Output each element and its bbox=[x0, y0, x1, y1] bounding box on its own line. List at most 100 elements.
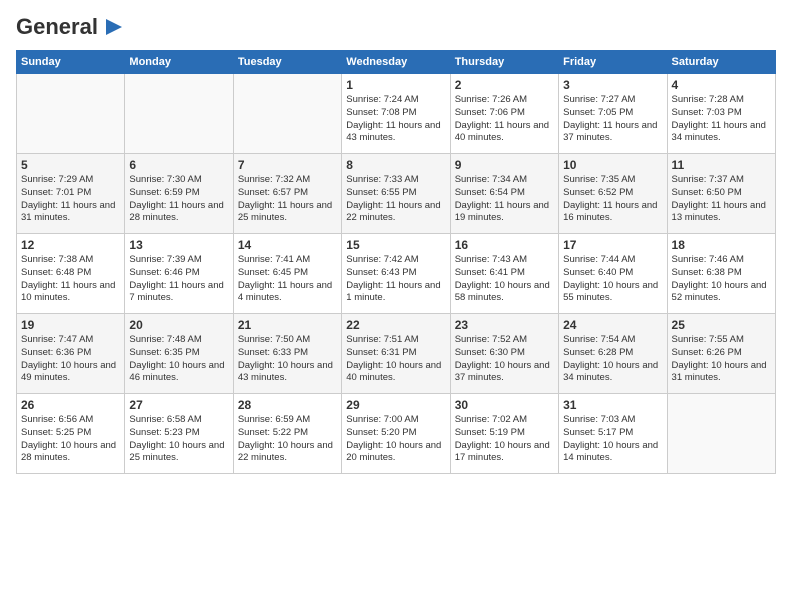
cell-info: Sunrise: 7:54 AMSunset: 6:28 PMDaylight:… bbox=[563, 334, 662, 385]
day-number: 18 bbox=[672, 238, 771, 252]
calendar-cell: 2 Sunrise: 7:26 AMSunset: 7:06 PMDaylight… bbox=[450, 74, 558, 154]
cell-info: Sunrise: 7:50 AMSunset: 6:33 PMDaylight:… bbox=[238, 334, 337, 385]
calendar-week-5: 26Sunrise: 6:56 AMSunset: 5:25 PMDayligh… bbox=[17, 394, 776, 474]
cell-info: Sunrise: 7:51 AMSunset: 6:31 PMDaylight:… bbox=[346, 334, 445, 385]
calendar-cell: 30 Sunrise: 7:02 AMSunset: 5:19 PMDayligh… bbox=[450, 394, 558, 474]
cell-info: Sunrise: 7:39 AMSunset: 6:46 PMDaylight:… bbox=[129, 254, 228, 305]
day-header-friday: Friday bbox=[559, 51, 667, 74]
calendar-cell bbox=[233, 74, 341, 154]
day-number: 9 bbox=[455, 158, 554, 172]
day-header-monday: Monday bbox=[125, 51, 233, 74]
day-number: 7 bbox=[238, 158, 337, 172]
cell-info: Sunrise: 6:56 AMSunset: 5:25 PMDaylight:… bbox=[21, 414, 120, 465]
calendar-cell: 13Sunrise: 7:39 AMSunset: 6:46 PMDayligh… bbox=[125, 234, 233, 314]
cell-info: Sunrise: 7:43 AMSunset: 6:41 PMDaylight:… bbox=[455, 254, 554, 305]
calendar-cell: 26Sunrise: 6:56 AMSunset: 5:25 PMDayligh… bbox=[17, 394, 125, 474]
calendar-cell: 23Sunrise: 7:52 AMSunset: 6:30 PMDayligh… bbox=[450, 314, 558, 394]
day-header-saturday: Saturday bbox=[667, 51, 775, 74]
cell-info: Sunrise: 7:29 AMSunset: 7:01 PMDaylight:… bbox=[21, 174, 120, 225]
calendar-cell: 9 Sunrise: 7:34 AMSunset: 6:54 PMDaylight… bbox=[450, 154, 558, 234]
calendar-cell: 25Sunrise: 7:55 AMSunset: 6:26 PMDayligh… bbox=[667, 314, 775, 394]
day-number: 6 bbox=[129, 158, 228, 172]
calendar-table: SundayMondayTuesdayWednesdayThursdayFrid… bbox=[16, 50, 776, 474]
cell-info: Sunrise: 7:34 AMSunset: 6:54 PMDaylight:… bbox=[455, 174, 554, 225]
logo-arrow-icon bbox=[100, 17, 128, 37]
cell-info: Sunrise: 7:48 AMSunset: 6:35 PMDaylight:… bbox=[129, 334, 228, 385]
calendar-cell: 31Sunrise: 7:03 AMSunset: 5:17 PMDayligh… bbox=[559, 394, 667, 474]
calendar-cell: 24 Sunrise: 7:54 AMSunset: 6:28 PMDayligh… bbox=[559, 314, 667, 394]
cell-info: Sunrise: 7:03 AMSunset: 5:17 PMDaylight:… bbox=[563, 414, 662, 465]
calendar-week-3: 12 Sunrise: 7:38 AMSunset: 6:48 PMDayligh… bbox=[17, 234, 776, 314]
day-number: 4 bbox=[672, 78, 771, 92]
cell-info: Sunrise: 7:24 AMSunset: 7:08 PMDaylight:… bbox=[346, 94, 445, 145]
day-number: 21 bbox=[238, 318, 337, 332]
cell-info: Sunrise: 7:30 AMSunset: 6:59 PMDaylight:… bbox=[129, 174, 228, 225]
calendar-cell: 28 Sunrise: 6:59 AMSunset: 5:22 PMDayligh… bbox=[233, 394, 341, 474]
day-number: 29 bbox=[346, 398, 445, 412]
calendar-cell: 22 Sunrise: 7:51 AMSunset: 6:31 PMDayligh… bbox=[342, 314, 450, 394]
day-header-wednesday: Wednesday bbox=[342, 51, 450, 74]
calendar-cell: 19 Sunrise: 7:47 AMSunset: 6:36 PMDayligh… bbox=[17, 314, 125, 394]
cell-info: Sunrise: 7:00 AMSunset: 5:20 PMDaylight:… bbox=[346, 414, 445, 465]
day-number: 17 bbox=[563, 238, 662, 252]
calendar-cell: 15 Sunrise: 7:42 AMSunset: 6:43 PMDayligh… bbox=[342, 234, 450, 314]
calendar-cell: 11Sunrise: 7:37 AMSunset: 6:50 PMDayligh… bbox=[667, 154, 775, 234]
day-number: 19 bbox=[21, 318, 120, 332]
day-number: 30 bbox=[455, 398, 554, 412]
cell-info: Sunrise: 7:47 AMSunset: 6:36 PMDaylight:… bbox=[21, 334, 120, 385]
day-number: 22 bbox=[346, 318, 445, 332]
calendar-cell: 7 Sunrise: 7:32 AMSunset: 6:57 PMDaylight… bbox=[233, 154, 341, 234]
cell-info: Sunrise: 7:27 AMSunset: 7:05 PMDaylight:… bbox=[563, 94, 662, 145]
logo: General bbox=[16, 16, 128, 38]
logo-general: General bbox=[16, 16, 98, 38]
calendar-cell bbox=[17, 74, 125, 154]
cell-info: Sunrise: 7:02 AMSunset: 5:19 PMDaylight:… bbox=[455, 414, 554, 465]
calendar-cell: 5 Sunrise: 7:29 AMSunset: 7:01 PMDaylight… bbox=[17, 154, 125, 234]
cell-info: Sunrise: 7:33 AMSunset: 6:55 PMDaylight:… bbox=[346, 174, 445, 225]
calendar-cell: 29 Sunrise: 7:00 AMSunset: 5:20 PMDayligh… bbox=[342, 394, 450, 474]
calendar-cell: 8 Sunrise: 7:33 AMSunset: 6:55 PMDaylight… bbox=[342, 154, 450, 234]
cell-info: Sunrise: 6:59 AMSunset: 5:22 PMDaylight:… bbox=[238, 414, 337, 465]
cell-info: Sunrise: 6:58 AMSunset: 5:23 PMDaylight:… bbox=[129, 414, 228, 465]
calendar-cell: 6 Sunrise: 7:30 AMSunset: 6:59 PMDaylight… bbox=[125, 154, 233, 234]
calendar-cell: 20 Sunrise: 7:48 AMSunset: 6:35 PMDayligh… bbox=[125, 314, 233, 394]
calendar-week-2: 5 Sunrise: 7:29 AMSunset: 7:01 PMDaylight… bbox=[17, 154, 776, 234]
page-header: General bbox=[16, 16, 776, 38]
day-number: 10 bbox=[563, 158, 662, 172]
cell-info: Sunrise: 7:44 AMSunset: 6:40 PMDaylight:… bbox=[563, 254, 662, 305]
day-number: 24 bbox=[563, 318, 662, 332]
cell-info: Sunrise: 7:55 AMSunset: 6:26 PMDaylight:… bbox=[672, 334, 771, 385]
day-number: 1 bbox=[346, 78, 445, 92]
calendar-week-1: 1 Sunrise: 7:24 AMSunset: 7:08 PMDaylight… bbox=[17, 74, 776, 154]
day-number: 28 bbox=[238, 398, 337, 412]
cell-info: Sunrise: 7:37 AMSunset: 6:50 PMDaylight:… bbox=[672, 174, 771, 225]
cell-info: Sunrise: 7:35 AMSunset: 6:52 PMDaylight:… bbox=[563, 174, 662, 225]
day-number: 16 bbox=[455, 238, 554, 252]
cell-info: Sunrise: 7:28 AMSunset: 7:03 PMDaylight:… bbox=[672, 94, 771, 145]
calendar-week-4: 19 Sunrise: 7:47 AMSunset: 6:36 PMDayligh… bbox=[17, 314, 776, 394]
day-number: 12 bbox=[21, 238, 120, 252]
day-number: 8 bbox=[346, 158, 445, 172]
day-number: 5 bbox=[21, 158, 120, 172]
day-header-thursday: Thursday bbox=[450, 51, 558, 74]
day-header-tuesday: Tuesday bbox=[233, 51, 341, 74]
day-number: 3 bbox=[563, 78, 662, 92]
day-number: 20 bbox=[129, 318, 228, 332]
day-number: 15 bbox=[346, 238, 445, 252]
calendar-cell: 27 Sunrise: 6:58 AMSunset: 5:23 PMDayligh… bbox=[125, 394, 233, 474]
day-number: 27 bbox=[129, 398, 228, 412]
cell-info: Sunrise: 7:42 AMSunset: 6:43 PMDaylight:… bbox=[346, 254, 445, 305]
day-header-sunday: Sunday bbox=[17, 51, 125, 74]
cell-info: Sunrise: 7:26 AMSunset: 7:06 PMDaylight:… bbox=[455, 94, 554, 145]
calendar-cell: 16 Sunrise: 7:43 AMSunset: 6:41 PMDayligh… bbox=[450, 234, 558, 314]
cell-info: Sunrise: 7:38 AMSunset: 6:48 PMDaylight:… bbox=[21, 254, 120, 305]
calendar-cell: 18Sunrise: 7:46 AMSunset: 6:38 PMDayligh… bbox=[667, 234, 775, 314]
calendar-cell: 12 Sunrise: 7:38 AMSunset: 6:48 PMDayligh… bbox=[17, 234, 125, 314]
calendar-cell: 17 Sunrise: 7:44 AMSunset: 6:40 PMDayligh… bbox=[559, 234, 667, 314]
cell-info: Sunrise: 7:52 AMSunset: 6:30 PMDaylight:… bbox=[455, 334, 554, 385]
day-number: 2 bbox=[455, 78, 554, 92]
calendar-cell: 14Sunrise: 7:41 AMSunset: 6:45 PMDayligh… bbox=[233, 234, 341, 314]
cell-info: Sunrise: 7:32 AMSunset: 6:57 PMDaylight:… bbox=[238, 174, 337, 225]
calendar-cell: 1 Sunrise: 7:24 AMSunset: 7:08 PMDaylight… bbox=[342, 74, 450, 154]
calendar-header-row: SundayMondayTuesdayWednesdayThursdayFrid… bbox=[17, 51, 776, 74]
